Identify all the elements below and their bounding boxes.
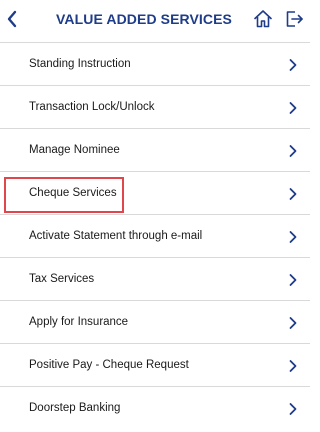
chevron-right-icon xyxy=(289,317,297,329)
list-item-label: Doorstep Banking xyxy=(29,402,121,414)
chevron-right-icon xyxy=(289,274,297,286)
services-list: Standing Instruction Transaction Lock/Un… xyxy=(0,43,310,430)
list-item-label: Activate Statement through e-mail xyxy=(29,230,203,242)
chevron-right-icon xyxy=(289,145,297,157)
page-title: VALUE ADDED SERVICES xyxy=(56,11,232,27)
list-item-apply-insurance[interactable]: Apply for Insurance xyxy=(0,301,310,344)
logout-icon xyxy=(286,11,303,27)
list-item-transaction-lock-unlock[interactable]: Transaction Lock/Unlock xyxy=(0,86,310,129)
app-header: VALUE ADDED SERVICES xyxy=(0,0,310,43)
list-item-label: Tax Services xyxy=(29,273,95,285)
list-item-doorstep-banking[interactable]: Doorstep Banking xyxy=(0,387,310,430)
list-item-label: Positive Pay - Cheque Request xyxy=(29,359,189,371)
chevron-right-icon xyxy=(289,188,297,200)
list-item-label: Manage Nominee xyxy=(29,144,120,156)
list-item-positive-pay[interactable]: Positive Pay - Cheque Request xyxy=(0,344,310,387)
list-item-activate-statement-email[interactable]: Activate Statement through e-mail xyxy=(0,215,310,258)
chevron-right-icon xyxy=(289,59,297,71)
list-item-label: Apply for Insurance xyxy=(29,316,129,328)
list-item-manage-nominee[interactable]: Manage Nominee xyxy=(0,129,310,172)
chevron-right-icon xyxy=(289,231,297,243)
back-button[interactable] xyxy=(2,8,22,30)
list-item-label: Transaction Lock/Unlock xyxy=(29,101,155,113)
logout-button[interactable] xyxy=(283,8,305,30)
list-item-standing-instruction[interactable]: Standing Instruction xyxy=(0,43,310,86)
list-item-label: Cheque Services xyxy=(29,187,117,199)
chevron-right-icon xyxy=(289,102,297,114)
chevron-right-icon xyxy=(289,403,297,415)
list-item-label: Standing Instruction xyxy=(29,58,131,70)
chevron-right-icon xyxy=(289,360,297,372)
list-item-cheque-services[interactable]: Cheque Services xyxy=(0,172,310,215)
list-item-tax-services[interactable]: Tax Services xyxy=(0,258,310,301)
chevron-left-icon xyxy=(7,10,17,28)
home-icon xyxy=(254,10,272,28)
home-button[interactable] xyxy=(252,8,274,30)
